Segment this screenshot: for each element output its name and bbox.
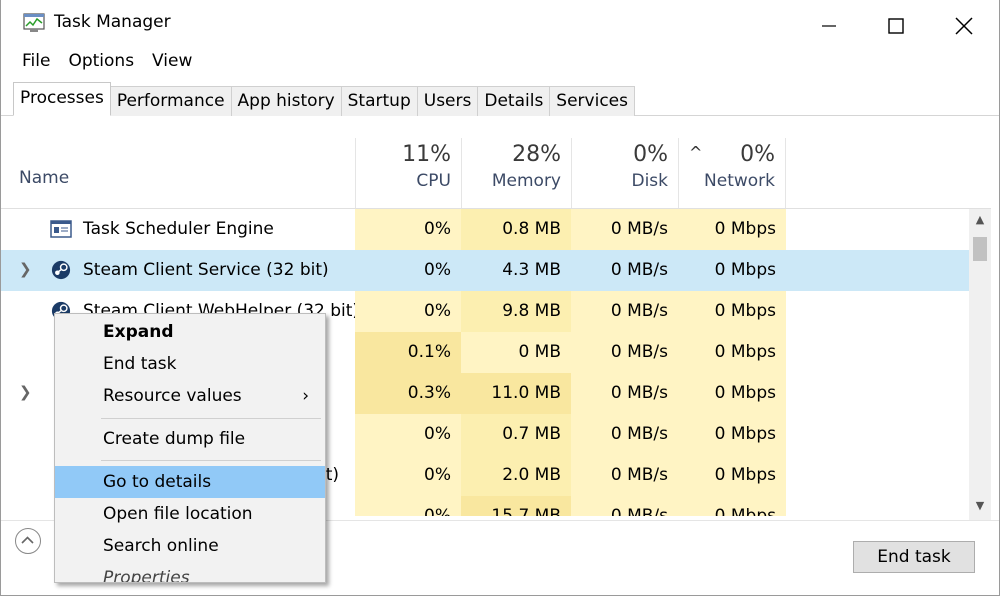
- network-value: 0 Mbps: [714, 260, 776, 280]
- cpu-total-percent: 11%: [402, 142, 451, 167]
- disk-value: 0 MB/s: [610, 260, 668, 280]
- cpu-label: CPU: [416, 171, 451, 191]
- column-header-memory[interactable]: 28% Memory: [461, 138, 571, 208]
- expand-chevron-icon[interactable]: ❯: [19, 383, 32, 401]
- submenu-arrow-icon: ›: [302, 386, 309, 406]
- maximize-icon: [888, 18, 904, 34]
- steam-icon: [51, 260, 71, 280]
- column-header-name[interactable]: Name: [19, 168, 69, 188]
- memory-value: 11.0 MB: [461, 373, 571, 414]
- disk-label: Disk: [631, 171, 668, 191]
- memory-value: 4.3 MB: [502, 260, 561, 280]
- minimize-icon: [822, 25, 836, 27]
- task-manager-app-icon: [23, 13, 45, 32]
- memory-value: 0 MB: [461, 332, 571, 373]
- menu-view[interactable]: View: [143, 50, 201, 74]
- disk-value: 0 MB/s: [571, 414, 678, 455]
- context-menu: Expand End task Resource values › Create…: [54, 313, 326, 583]
- cpu-value: 0%: [424, 260, 451, 280]
- disk-value: 0 MB/s: [571, 291, 678, 332]
- cpu-value: 0.3%: [355, 373, 461, 414]
- network-value: 0 Mbps: [678, 496, 786, 516]
- tab-processes[interactable]: Processes: [13, 82, 111, 116]
- disk-value: 0 MB/s: [571, 455, 678, 496]
- vertical-scrollbar[interactable]: ▲ ▼: [969, 209, 991, 520]
- memory-label: Memory: [491, 171, 561, 191]
- context-menu-separator: [101, 460, 321, 461]
- context-menu-expand[interactable]: Expand: [55, 316, 325, 348]
- network-value: 0 Mbps: [678, 414, 786, 455]
- disk-value: 0 MB/s: [571, 496, 678, 516]
- process-name: Steam Client Service (32 bit): [83, 260, 329, 280]
- cpu-value: 0%: [355, 455, 461, 496]
- end-task-button[interactable]: End task: [853, 541, 975, 573]
- disk-value: 0 MB/s: [571, 373, 678, 414]
- context-menu-end-task[interactable]: End task: [55, 348, 325, 380]
- tab-startup[interactable]: Startup: [341, 86, 418, 116]
- memory-value: 15.7 MB: [461, 496, 571, 516]
- tab-users[interactable]: Users: [417, 86, 479, 116]
- context-menu-resource-values[interactable]: Resource values ›: [55, 380, 325, 412]
- memory-total-percent: 28%: [512, 142, 561, 167]
- network-value: 0 Mbps: [678, 209, 786, 250]
- title-bar[interactable]: Task Manager: [1, 0, 999, 46]
- disk-value: 0 MB/s: [571, 332, 678, 373]
- memory-value: 9.8 MB: [461, 291, 571, 332]
- context-menu-open-file-location[interactable]: Open file location: [55, 498, 325, 530]
- context-menu-separator: [101, 418, 321, 419]
- minimize-button[interactable]: [806, 10, 852, 42]
- table-row-selected[interactable]: ❯ Steam Client Service (32 bit) 0% 4.3 M…: [1, 250, 969, 291]
- tab-app-history[interactable]: App history: [231, 86, 342, 116]
- context-menu-create-dump-file[interactable]: Create dump file: [55, 423, 325, 455]
- chevron-up-icon: [21, 536, 34, 544]
- network-label: Network: [704, 171, 775, 191]
- network-value: 0 Mbps: [678, 291, 786, 332]
- close-button[interactable]: [941, 10, 987, 42]
- close-icon: [955, 17, 973, 35]
- menu-file[interactable]: File: [13, 50, 59, 74]
- window-title: Task Manager: [54, 12, 171, 32]
- disk-value: 0 MB/s: [571, 209, 678, 250]
- context-menu-resource-values-label: Resource values: [103, 386, 242, 406]
- tab-details[interactable]: Details: [478, 86, 551, 116]
- disk-total-percent: 0%: [633, 142, 668, 167]
- network-value: 0 Mbps: [678, 332, 786, 373]
- menu-options[interactable]: Options: [59, 50, 143, 74]
- fewer-details-button[interactable]: [15, 528, 41, 554]
- scrollbar-thumb[interactable]: [973, 237, 987, 261]
- process-name: Task Scheduler Engine: [83, 219, 274, 239]
- maximize-button[interactable]: [873, 10, 919, 42]
- memory-value: 0.8 MB: [461, 209, 571, 250]
- table-row[interactable]: Task Scheduler Engine 0% 0.8 MB 0 MB/s 0…: [1, 209, 969, 250]
- expand-chevron-icon[interactable]: ❯: [19, 260, 32, 278]
- tab-services[interactable]: Services: [550, 86, 635, 116]
- context-menu-properties[interactable]: Properties: [55, 562, 325, 582]
- column-header-disk[interactable]: 0% Disk: [571, 138, 678, 208]
- column-header-network[interactable]: ^ 0% Network: [678, 138, 786, 208]
- memory-value: 0.7 MB: [461, 414, 571, 455]
- service-window-icon: [50, 220, 72, 238]
- cpu-value: 0%: [355, 291, 461, 332]
- column-header-cpu[interactable]: 11% CPU: [355, 138, 461, 208]
- network-value: 0 Mbps: [678, 455, 786, 496]
- context-menu-go-to-details[interactable]: Go to details: [55, 466, 325, 498]
- menu-bar: File Options View: [13, 50, 201, 74]
- cpu-value: 0.1%: [355, 332, 461, 373]
- tab-performance[interactable]: Performance: [110, 86, 232, 116]
- tab-strip: Processes Performance App history Startu…: [13, 82, 635, 116]
- scroll-down-arrow-icon[interactable]: ▼: [969, 499, 991, 515]
- network-value: 0 Mbps: [678, 373, 786, 414]
- memory-value: 2.0 MB: [461, 455, 571, 496]
- scroll-up-arrow-icon[interactable]: ▲: [969, 213, 991, 229]
- context-menu-search-online[interactable]: Search online: [55, 530, 325, 562]
- cpu-value: 0%: [355, 496, 461, 516]
- cpu-value: 0%: [355, 414, 461, 455]
- task-manager-window: Task Manager File Options View Processes…: [0, 0, 1000, 596]
- cpu-value: 0%: [355, 209, 461, 250]
- sort-indicator-icon: ^: [689, 143, 703, 162]
- column-headers: Name 11% CPU 28% Memory 0% Disk ^ 0% Net…: [1, 138, 999, 208]
